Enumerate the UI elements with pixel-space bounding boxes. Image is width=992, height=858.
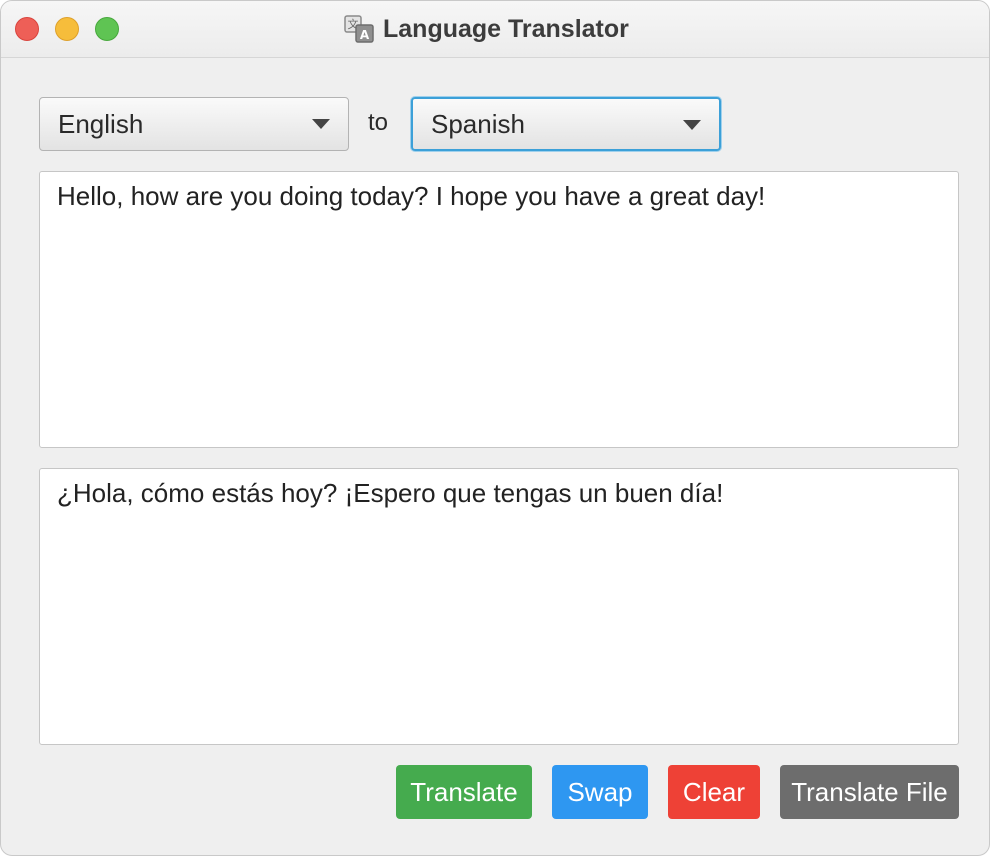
close-window-button[interactable]: [15, 17, 39, 41]
output-text-area[interactable]: ¿Hola, cómo estás hoy? ¡Espero que tenga…: [39, 468, 959, 745]
translate-button[interactable]: Translate: [396, 765, 532, 819]
window-title-group: 文 A Language Translator: [343, 11, 629, 47]
to-label: to: [368, 109, 389, 136]
swap-button[interactable]: Swap: [552, 765, 648, 819]
source-language-value: English: [58, 108, 144, 139]
chevron-down-icon: [312, 119, 330, 129]
app-window: 文 A Language Translator English to Spani…: [0, 0, 990, 856]
target-language-select[interactable]: Spanish: [411, 97, 721, 151]
title-bar: 文 A Language Translator: [1, 1, 989, 58]
translate-file-button[interactable]: Translate File: [780, 765, 959, 819]
input-text-area[interactable]: Hello, how are you doing today? I hope y…: [39, 171, 959, 448]
zoom-window-button[interactable]: [95, 17, 119, 41]
minimize-window-button[interactable]: [55, 17, 79, 41]
clear-button[interactable]: Clear: [668, 765, 760, 819]
svg-text:A: A: [360, 28, 370, 42]
window-title: Language Translator: [383, 14, 629, 43]
target-language-value: Spanish: [431, 108, 525, 139]
translate-icon: 文 A: [344, 15, 374, 43]
source-language-select[interactable]: English: [39, 97, 349, 151]
chevron-down-icon: [683, 120, 701, 130]
